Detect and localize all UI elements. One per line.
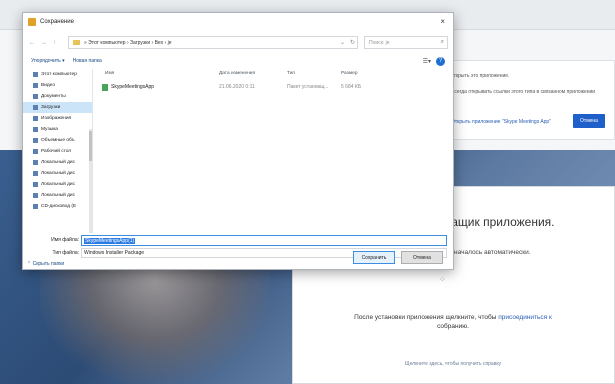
download-icon — [33, 105, 38, 110]
sidebar-item-3d-objects[interactable]: Объемные объ — [23, 135, 92, 146]
file-name-label: Имя файла: — [51, 237, 79, 243]
new-folder-button[interactable]: Новая папка — [73, 58, 102, 64]
sidebar-scrollbar[interactable] — [89, 129, 92, 233]
loading-spinner-icon: ⁘ — [439, 275, 446, 284]
file-type-label: Тип файла: — [52, 250, 80, 256]
installer-file-icon — [102, 84, 108, 91]
computer-icon — [33, 72, 38, 77]
sidebar-item-local-disk[interactable]: Локальный дис — [23, 179, 92, 190]
folder-icon — [73, 40, 80, 45]
navigation-pane: Этот компьютер Видео Документы Загрузки … — [23, 69, 93, 233]
card-title: ващик приложения. — [445, 215, 555, 229]
hide-folders-button[interactable]: ⌃ Скрыть папки — [27, 261, 64, 267]
column-size[interactable]: Размер — [341, 71, 358, 76]
prompt-text: открыть это приложение. — [451, 73, 510, 79]
drive-icon — [33, 171, 38, 176]
file-name-input[interactable]: SkypeMeetingsApp(1) — [81, 235, 447, 246]
sidebar-item-local-disk[interactable]: Локальный дис — [23, 157, 92, 168]
sidebar-item-local-disk[interactable]: Локальный дис — [23, 168, 92, 179]
sidebar-item-this-pc[interactable]: Этот компьютер — [23, 69, 92, 80]
sidebar-item-music[interactable]: Музыка — [23, 124, 92, 135]
back-arrow-icon[interactable]: ← — [29, 40, 35, 46]
cube-icon — [33, 138, 38, 143]
dialog-titlebar: Сохранение × — [23, 13, 453, 31]
sidebar-item-desktop[interactable]: Рабочий стол — [23, 146, 92, 157]
sidebar-item-videos[interactable]: Видео — [23, 80, 92, 91]
desktop-icon — [33, 149, 38, 154]
drive-icon — [33, 182, 38, 187]
refresh-icon[interactable]: ↻ — [350, 39, 355, 46]
sidebar-item-cd-drive[interactable]: CD-дисковод (E — [23, 201, 92, 212]
up-arrow-icon[interactable]: ↑ — [53, 40, 56, 46]
dialog-footer: ⌃ Скрыть папки Сохранить Отмена — [23, 251, 453, 271]
file-date: 21.06.2020 0:11 — [219, 84, 255, 90]
column-type[interactable]: Тип — [287, 71, 295, 76]
breadcrumb[interactable]: » Этот компьютер › Загрузки › Bex › je — [84, 40, 172, 46]
video-icon — [33, 83, 38, 88]
sidebar-item-pictures[interactable]: Изображения — [23, 113, 92, 124]
join-meeting-link[interactable]: присоединиться к — [498, 314, 552, 321]
help-icon[interactable]: ? — [436, 56, 445, 66]
card-body: После установки приложения щелкните, что… — [354, 314, 552, 330]
command-toolbar: Упорядочить ▾ Новая папка ☰▾ ? — [23, 55, 453, 67]
prompt-always-text[interactable]: Всегда открывать ссылки этого типа в свя… — [451, 89, 595, 95]
column-date[interactable]: Дата изменения — [219, 71, 255, 76]
cancel-button[interactable]: Отмена — [401, 251, 443, 264]
prompt-cancel-button[interactable]: Отмена — [573, 114, 605, 128]
organize-button[interactable]: Упорядочить ▾ — [31, 58, 65, 64]
file-row[interactable]: SkypeMeetingsApp 21.06.2020 0:11 Пакет у… — [99, 83, 389, 93]
disc-icon — [33, 204, 38, 209]
chevron-down-icon[interactable]: ⌄ — [340, 39, 345, 46]
save-dialog: Сохранение × ← → ↑ » Этот компьютер › За… — [22, 12, 454, 270]
view-options-icon[interactable]: ☰▾ — [423, 58, 431, 65]
app-icon — [28, 18, 36, 26]
drive-icon — [33, 193, 38, 198]
forward-arrow-icon[interactable]: → — [41, 40, 47, 46]
column-name[interactable]: Имя — [105, 71, 114, 76]
close-icon[interactable]: × — [440, 17, 445, 26]
file-name: SkypeMeetingsApp — [111, 84, 155, 90]
file-size: 5 684 КБ — [341, 84, 362, 90]
address-bar[interactable]: » Этот компьютер › Загрузки › Bex › je ⌄… — [68, 36, 358, 49]
file-list-header: Имя Дата изменения Тип Размер — [95, 69, 453, 79]
document-icon — [33, 94, 38, 99]
sidebar-item-downloads[interactable]: Загрузки — [23, 102, 92, 113]
open-app-prompt: открыть это приложение. Всегда открывать… — [440, 60, 615, 140]
image-icon — [33, 116, 38, 121]
file-name-row: Имя файла: SkypeMeetingsApp(1) — [23, 235, 453, 246]
search-input[interactable]: Поиск: je ⌕ — [364, 36, 448, 49]
dialog-title: Сохранение — [40, 19, 74, 25]
open-app-link[interactable]: Открыть приложение "Skype Meetings App" — [451, 119, 551, 125]
search-icon[interactable]: ⌕ — [441, 39, 444, 46]
navigation-bar: ← → ↑ » Этот компьютер › Загрузки › Bex … — [23, 35, 453, 51]
drive-icon — [33, 160, 38, 165]
save-button[interactable]: Сохранить — [353, 251, 395, 264]
sidebar-item-documents[interactable]: Документы — [23, 91, 92, 102]
card-subtitle: не началось автоматически. — [445, 249, 531, 256]
music-icon — [33, 127, 38, 132]
sidebar-item-local-disk[interactable]: Локальный дис — [23, 190, 92, 201]
help-link[interactable]: Щелкните здесь, чтобы получить справку — [303, 361, 603, 367]
file-type: Пакет установщ... — [287, 84, 329, 90]
